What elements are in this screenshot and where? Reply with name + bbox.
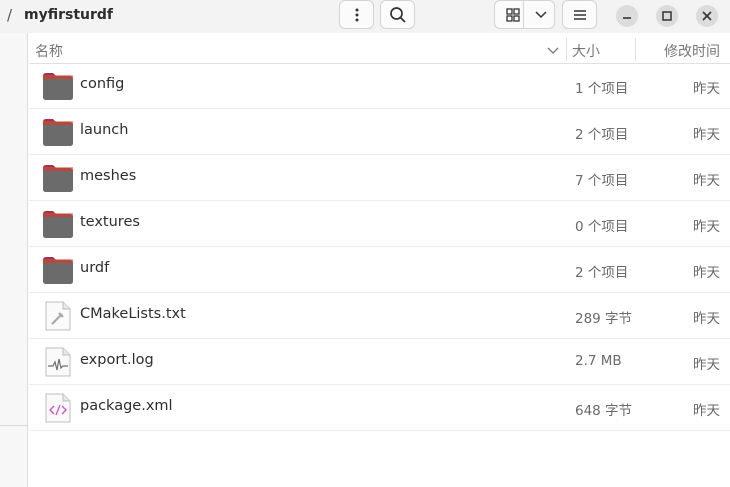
column-divider (635, 38, 636, 61)
file-size: 648 字节 (575, 403, 633, 419)
header-bar: / myfirsturdf (0, 0, 730, 33)
file-size: 2.7 MB (575, 353, 622, 369)
log-file-icon (45, 347, 71, 377)
file-name: export.log (80, 352, 154, 368)
maximize-button[interactable] (656, 5, 678, 27)
file-name: textures (80, 214, 140, 230)
chevron-down-icon[interactable] (534, 10, 548, 20)
current-folder-name[interactable]: myfirsturdf (24, 7, 113, 23)
search-icon (389, 6, 406, 23)
file-modified: 昨天 (693, 311, 720, 327)
file-row[interactable]: meshes 7 个项目 昨天 (29, 155, 730, 201)
hamburger-menu-button[interactable] (562, 0, 597, 29)
menu-button[interactable] (339, 0, 374, 29)
minimize-button[interactable] (616, 5, 638, 27)
close-icon (702, 11, 712, 21)
grid-view-icon (506, 7, 520, 22)
file-modified: 昨天 (693, 81, 720, 97)
folder-icon (43, 211, 73, 238)
folder-icon (43, 119, 73, 146)
file-name: launch (80, 122, 129, 138)
file-row[interactable]: config 1 个项目 昨天 (29, 63, 730, 109)
file-size: 1 个项目 (575, 81, 629, 97)
search-button[interactable] (380, 0, 415, 29)
file-row[interactable]: CMakeLists.txt 289 字节 昨天 (29, 293, 730, 339)
file-modified: 昨天 (693, 403, 720, 419)
file-name: package.xml (80, 398, 173, 414)
file-size: 7 个项目 (575, 173, 629, 189)
xml-file-icon (45, 393, 71, 423)
file-name: meshes (80, 168, 137, 184)
file-size: 2 个项目 (575, 127, 629, 143)
file-modified: 昨天 (693, 219, 720, 235)
file-row[interactable]: launch 2 个项目 昨天 (29, 109, 730, 155)
file-row[interactable]: export.log 2.7 MB 昨天 (29, 339, 730, 385)
hamburger-icon (573, 9, 586, 20)
column-header: 名称 大小 修改时间 (29, 37, 730, 64)
sort-chevron-icon[interactable] (547, 47, 559, 55)
folder-icon (43, 73, 73, 100)
view-toggle-button[interactable] (494, 0, 555, 29)
file-size: 2 个项目 (575, 265, 629, 281)
sidebar-divider (0, 425, 28, 426)
more-vertical-icon (355, 8, 358, 21)
maximize-icon (662, 11, 672, 21)
file-row[interactable]: urdf 2 个项目 昨天 (29, 247, 730, 293)
minimize-icon (623, 17, 631, 19)
file-modified: 昨天 (693, 173, 720, 189)
close-button[interactable] (696, 5, 718, 27)
file-row[interactable]: textures 0 个项目 昨天 (29, 201, 730, 247)
column-name-header[interactable]: 名称 (35, 41, 63, 61)
column-divider (566, 38, 567, 61)
file-size: 0 个项目 (575, 219, 629, 235)
file-modified: 昨天 (693, 357, 720, 373)
column-modified-header[interactable]: 修改时间 (664, 41, 720, 61)
folder-icon (43, 165, 73, 192)
file-row[interactable]: package.xml 648 字节 昨天 (29, 385, 730, 431)
path-separator[interactable]: / (7, 6, 12, 24)
file-name: config (80, 76, 125, 92)
file-name: urdf (80, 260, 110, 276)
file-modified: 昨天 (693, 127, 720, 143)
file-modified: 昨天 (693, 265, 720, 281)
file-size: 289 字节 (575, 311, 633, 327)
button-divider (523, 1, 524, 28)
sidebar (0, 33, 28, 487)
column-size-header[interactable]: 大小 (572, 41, 600, 61)
file-name: CMakeLists.txt (80, 306, 186, 322)
build-file-icon (45, 301, 71, 331)
folder-icon (43, 257, 73, 284)
